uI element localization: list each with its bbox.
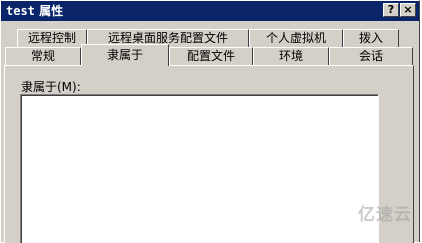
window-title-name: test [6, 4, 35, 18]
close-button[interactable]: × [400, 3, 416, 17]
tab-member-of[interactable]: 隶属于 [81, 44, 169, 66]
tab-profile[interactable]: 配置文件 [169, 47, 253, 65]
watermark-logo: 亿速云 [358, 205, 412, 225]
tab-sessions[interactable]: 会话 [329, 47, 413, 65]
title-bar[interactable]: test 属性 ? × [1, 1, 419, 21]
tab-environment[interactable]: 环境 [253, 47, 329, 65]
member-of-label: 隶属于(M): [21, 80, 81, 94]
tab-dial-in[interactable]: 拨入 [343, 29, 399, 47]
tab-remote-control[interactable]: 远程控制 [17, 29, 87, 47]
window-title-suffix: 属性 [39, 4, 64, 18]
tab-general[interactable]: 常规 [5, 47, 81, 65]
help-button[interactable]: ? [383, 3, 399, 17]
properties-dialog: test 属性 ? × 远程控制 远程桌面服务配置文件 个人虚拟机 拨入 常规 … [0, 0, 420, 243]
member-of-list[interactable] [20, 94, 379, 243]
tab-personal-vm[interactable]: 个人虚拟机 [249, 29, 343, 47]
